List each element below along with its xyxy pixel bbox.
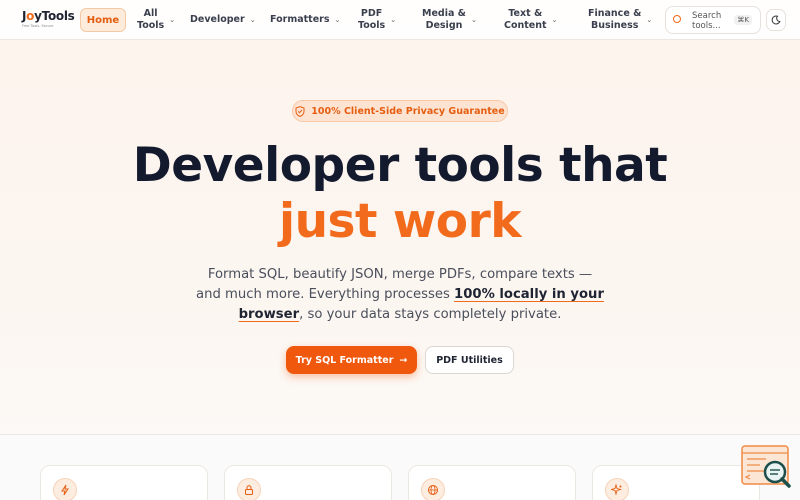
pdf-utilities-button[interactable]: PDF Utilities <box>425 346 514 374</box>
privacy-badge: 100% Client-Side Privacy Guarantee <box>292 100 508 122</box>
chevron-down-icon: ⌄ <box>551 16 558 24</box>
chevron-down-icon: ⌄ <box>169 16 176 24</box>
chevron-down-icon: ⌄ <box>470 16 477 24</box>
sparkle-icon <box>611 484 623 496</box>
try-sql-formatter-button[interactable]: Try SQL Formatter → <box>286 346 417 374</box>
feature-card[interactable] <box>592 465 760 500</box>
shield-check-icon <box>295 105 305 117</box>
globe-icon <box>428 485 438 495</box>
code-search-icon <box>741 445 791 488</box>
arrow-right-icon: → <box>399 354 408 366</box>
top-navbar: JoyTools Free Tools. Secure Home All Tool… <box>0 0 800 40</box>
theme-toggle-button[interactable] <box>766 9 786 31</box>
nav-all-tools[interactable]: All Tools ⌄ <box>137 6 175 34</box>
nav-developer[interactable]: Developer ⌄ <box>190 6 256 34</box>
chevron-down-icon: ⌄ <box>249 16 256 24</box>
chevron-down-icon: ⌄ <box>390 16 397 24</box>
lock-icon <box>245 485 253 495</box>
nav-pdf-tools[interactable]: PDF Tools ⌄ <box>358 6 396 34</box>
nav-finance-business[interactable]: Finance & Business ⌄ <box>588 6 652 34</box>
chevron-down-icon: ⌄ <box>646 16 653 24</box>
hero-title: Developer tools that <box>132 138 668 193</box>
hero-subtitle: Format SQL, beautify JSON, merge PDFs, c… <box>196 267 604 322</box>
nav-text-content[interactable]: Text & Content ⌄ <box>504 6 557 34</box>
feature-card[interactable] <box>224 465 392 500</box>
nav-home[interactable]: Home <box>80 8 126 32</box>
feature-card[interactable] <box>408 465 576 500</box>
hero-title-accent: just work <box>278 194 522 249</box>
lightning-icon <box>61 484 69 496</box>
logo-tagline: Free Tools. Secure <box>22 24 54 28</box>
shortcut-badge: ⌘K <box>734 15 752 25</box>
code-search-widget[interactable] <box>740 444 792 492</box>
chevron-down-icon: ⌄ <box>334 16 341 24</box>
nav-formatters[interactable]: Formatters ⌄ <box>270 6 340 34</box>
search-icon <box>673 15 681 23</box>
moon-icon <box>771 15 781 25</box>
logo[interactable]: JoyTools Free Tools. Secure <box>22 9 75 28</box>
feature-card[interactable] <box>40 465 208 500</box>
nav-media-design[interactable]: Media & Design ⌄ <box>422 6 477 34</box>
search-input[interactable]: Search tools... ⌘K <box>665 6 761 34</box>
